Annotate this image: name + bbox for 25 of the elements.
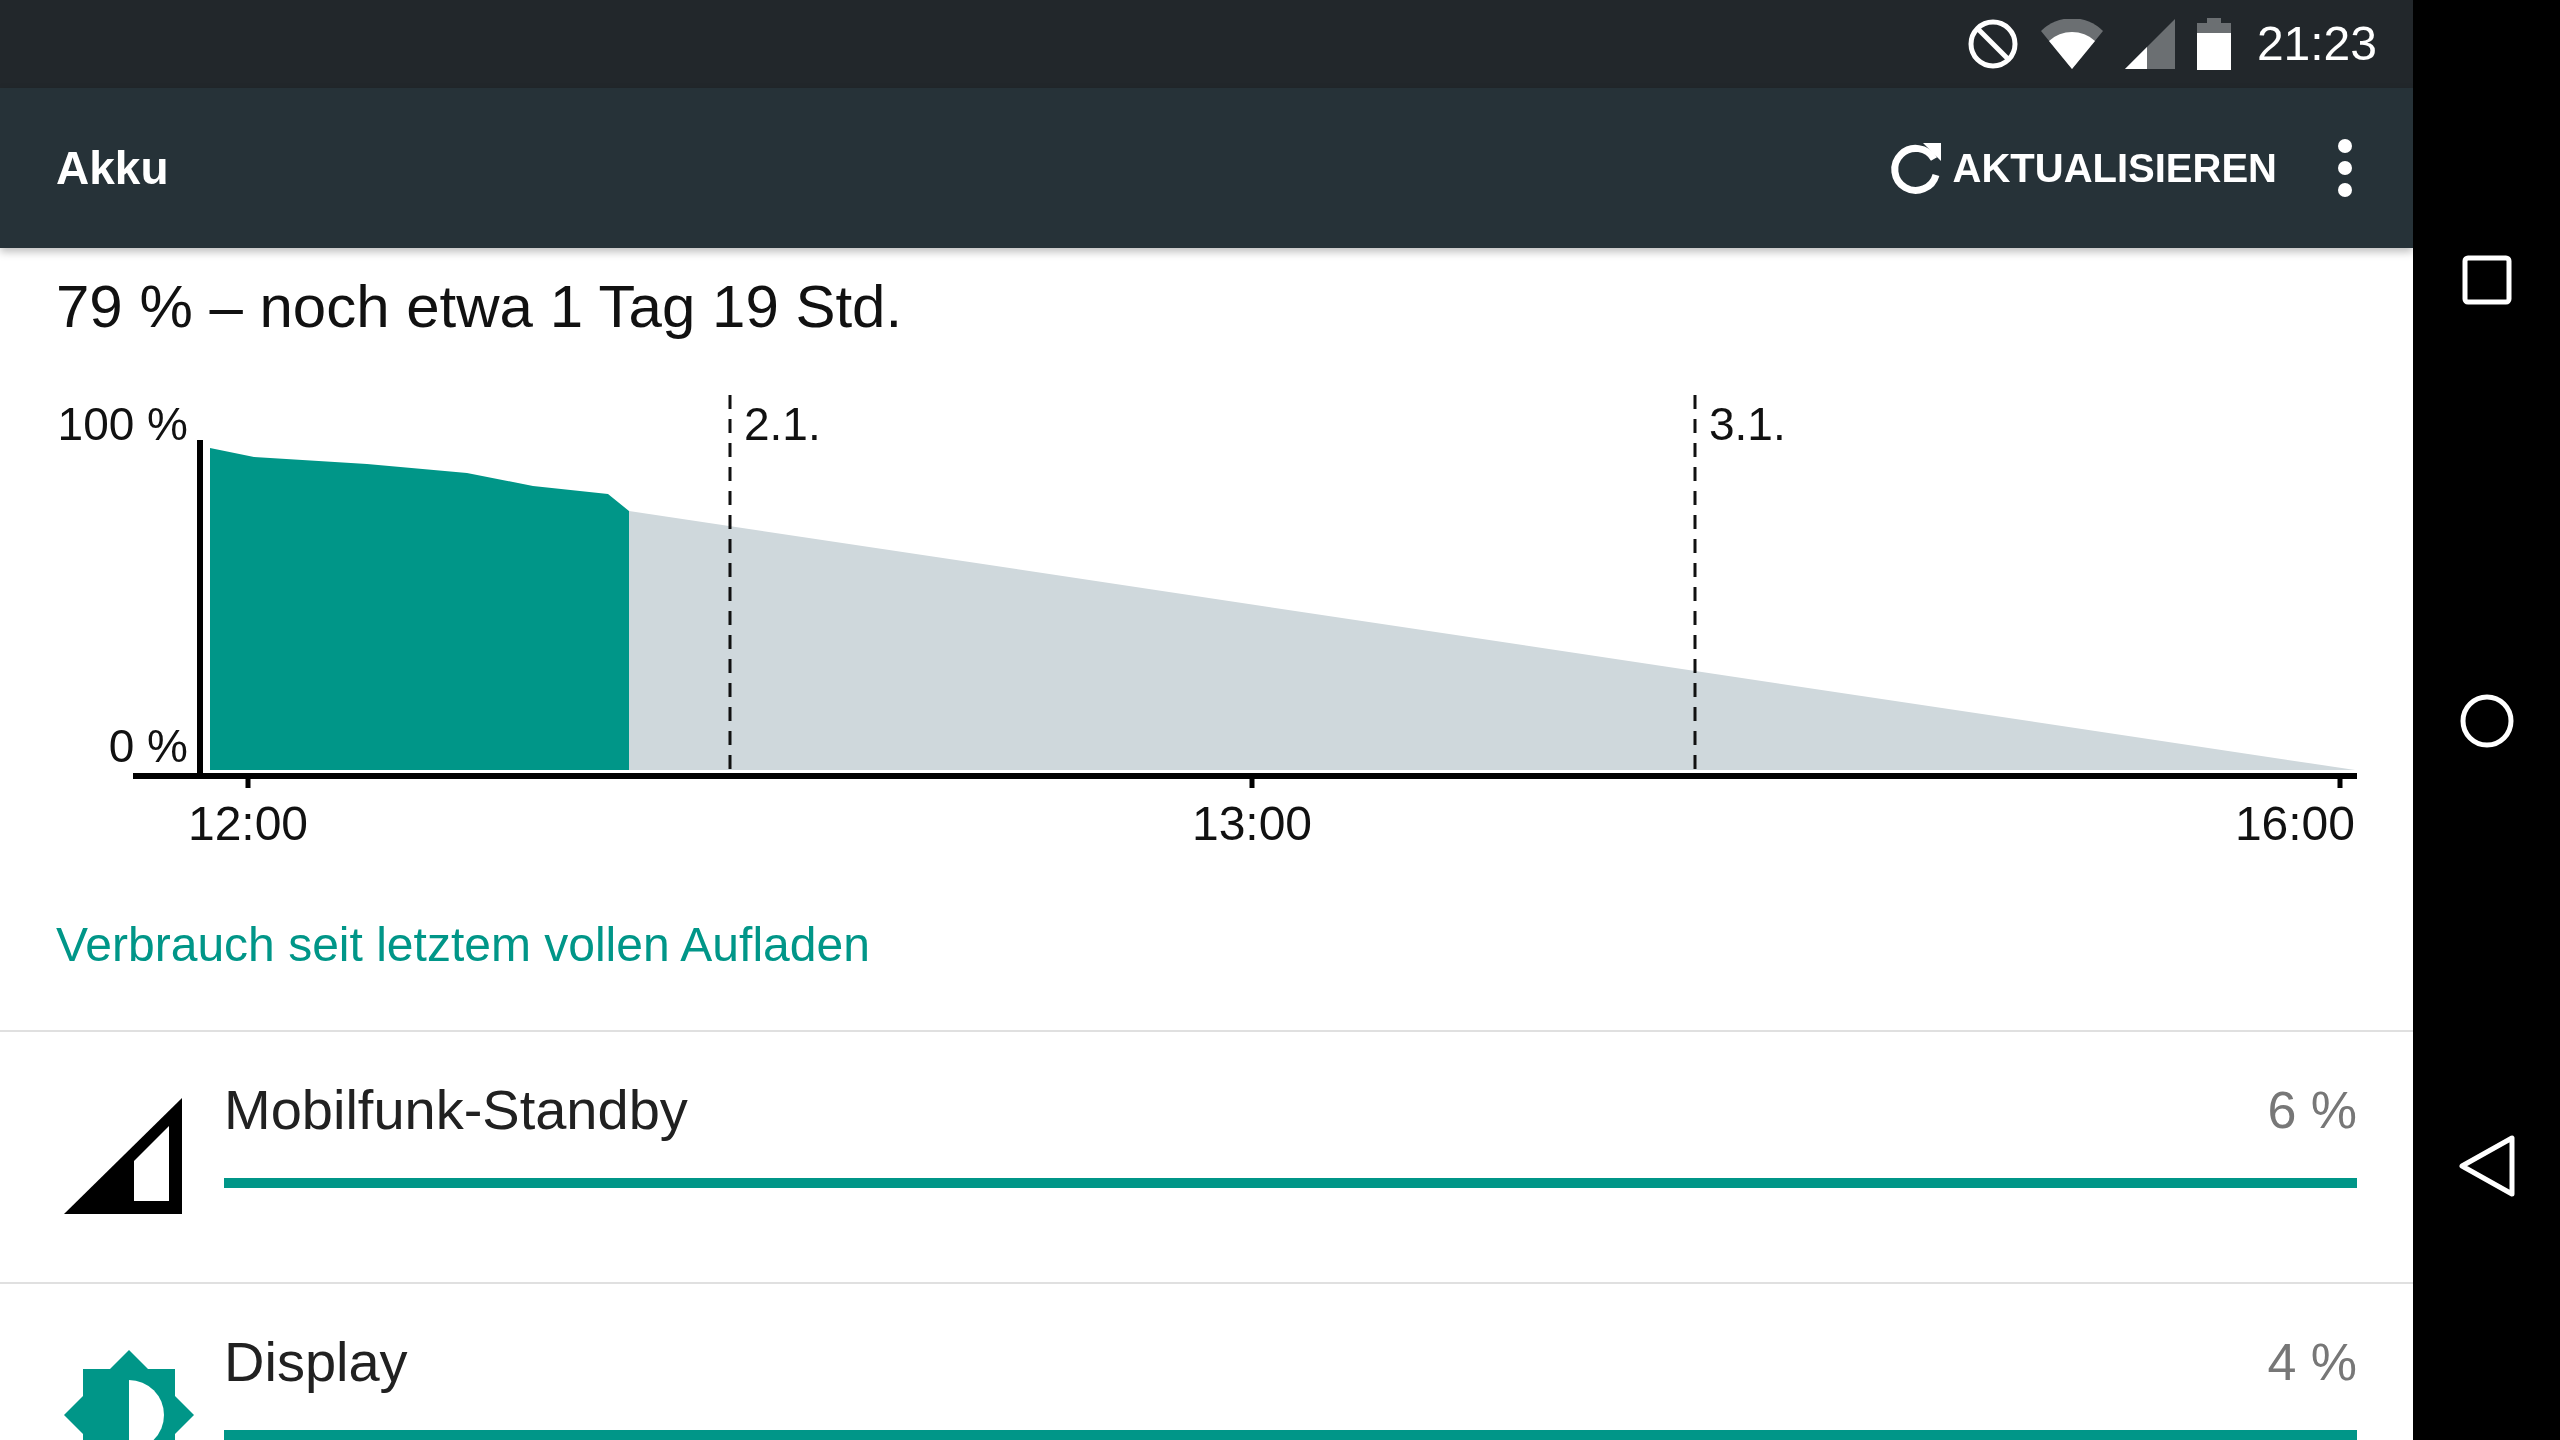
more-options-icon[interactable]	[2337, 138, 2353, 198]
x-axis-label: 12:00	[187, 797, 309, 850]
recents-icon[interactable]	[2461, 255, 2512, 305]
do-not-disturb-icon	[1966, 18, 2019, 70]
date-label: 2.1.	[744, 398, 821, 450]
page-title: Akku	[56, 140, 170, 196]
date-label: 3.1.	[1709, 398, 1786, 450]
cell-signal-icon	[64, 1098, 182, 1214]
refresh-button[interactable]: AKTUALISIEREN	[1886, 138, 2277, 198]
usage-percent: 6 %	[2267, 1080, 2357, 1141]
usage-label: Mobilfunk-Standby	[224, 1077, 688, 1143]
battery-icon	[2196, 18, 2231, 70]
cell-signal-icon	[2124, 19, 2175, 69]
wifi-icon	[2040, 19, 2103, 69]
y-axis-label: 0 %	[108, 720, 188, 772]
home-icon[interactable]	[2458, 693, 2515, 749]
x-axis-label: 16:00	[2234, 797, 2355, 850]
back-icon[interactable]	[2456, 1133, 2517, 1199]
usage-label: Display	[224, 1329, 408, 1395]
usage-percent: 4 %	[2267, 1332, 2357, 1393]
x-axis-label: 13:00	[1191, 797, 1313, 850]
y-axis-label: 100 %	[57, 398, 188, 450]
battery-summary: 79 % – noch etwa 1 Tag 19 Std.	[56, 273, 903, 340]
clock-time: 21:23	[2256, 20, 2377, 68]
usage-since-charge-link[interactable]: Verbrauch seit letztem vollen Aufladen	[56, 909, 870, 981]
